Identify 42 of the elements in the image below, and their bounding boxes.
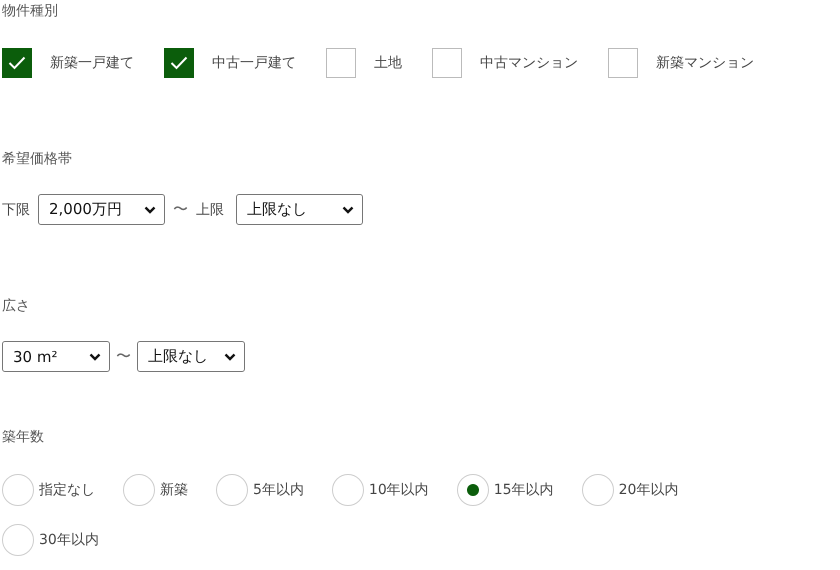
chevron-down-icon (144, 206, 156, 214)
range-separator: 〜 (116, 347, 131, 366)
select-field[interactable]: 上限なし (236, 194, 363, 225)
checkbox[interactable] (164, 48, 194, 78)
radio-label: 15年以内 (494, 481, 554, 499)
radio-label: 指定なし (39, 481, 95, 499)
radio-label: 10年以内 (368, 481, 429, 499)
chevron-down-icon (224, 352, 236, 360)
radio-label: 30年以内 (39, 531, 99, 549)
checkbox[interactable] (608, 48, 638, 78)
checkmark-icon (8, 56, 26, 70)
checkbox[interactable] (432, 48, 462, 78)
field-label: 下限 (2, 200, 30, 218)
chevron-down-icon (342, 206, 354, 214)
field-label: 上限 (196, 200, 224, 218)
checkbox[interactable] (326, 48, 356, 78)
checkmark-icon (170, 56, 188, 70)
select-field[interactable]: 30 m² (2, 341, 110, 372)
checkbox[interactable] (2, 48, 32, 78)
checkbox-label: 中古一戸建て (212, 54, 296, 72)
section-heading: 築年数 (2, 428, 45, 446)
radio-label: 新築 (160, 481, 188, 499)
radio-label: 20年以内 (618, 481, 678, 499)
section-heading: 広さ (2, 297, 31, 315)
checkbox-label: 中古マンション (480, 54, 578, 72)
checkbox-label: 土地 (374, 54, 402, 72)
radio-button[interactable] (123, 474, 155, 506)
radio-label: 5年以内 (253, 481, 304, 499)
checkbox-label: 新築マンション (656, 54, 754, 72)
radio-button[interactable] (582, 474, 614, 506)
radio-button[interactable] (216, 474, 248, 506)
select-field[interactable]: 上限なし (137, 341, 245, 372)
section-heading: 物件種別 (2, 2, 59, 20)
range-separator: 〜 (173, 200, 188, 219)
radio-button[interactable] (2, 524, 34, 556)
radio-button[interactable] (2, 474, 34, 506)
chevron-down-icon (89, 352, 101, 360)
checkbox-label: 新築一戸建て (50, 54, 134, 72)
section-heading: 希望価格帯 (2, 150, 73, 168)
select-field[interactable]: 2,000万円 (38, 194, 165, 225)
radio-button[interactable] (456, 474, 489, 506)
radio-button[interactable] (332, 474, 364, 506)
